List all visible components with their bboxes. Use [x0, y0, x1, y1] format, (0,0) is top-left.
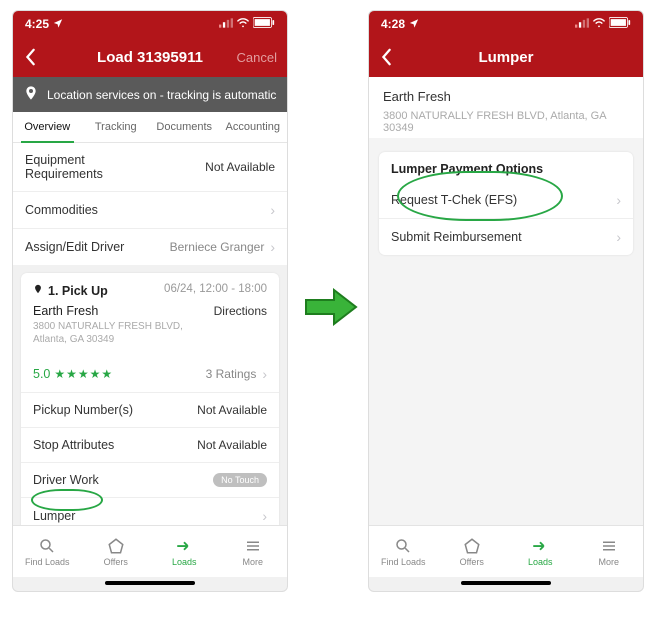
nav-bar: Load 31395911 Cancel: [13, 37, 287, 77]
tab-loads[interactable]: Loads: [506, 526, 575, 577]
banner-text: Location services on - tracking is autom…: [47, 88, 276, 102]
chevron-right-icon: ›: [616, 192, 621, 208]
tab-find-loads[interactable]: Find Loads: [369, 526, 438, 577]
tab-offers[interactable]: Offers: [438, 526, 507, 577]
driver-work-label: Driver Work: [33, 473, 99, 487]
tab-find-loads[interactable]: Find Loads: [13, 526, 82, 577]
phone-right: 4:28 Lumper: [368, 10, 644, 592]
chevron-right-icon: ›: [616, 229, 621, 245]
equipment-label: Equipment Requirements: [25, 153, 135, 181]
tab-more-label: More: [242, 557, 263, 567]
row-request-tchek[interactable]: Request T-Chek (EFS) ›: [379, 182, 633, 219]
status-time: 4:25: [25, 17, 49, 31]
row-assign-driver[interactable]: Assign/Edit Driver Berniece Granger ›: [13, 229, 287, 265]
equipment-value: Not Available: [205, 160, 275, 174]
content-area: Equipment Requirements Not Available Com…: [13, 143, 287, 525]
location-address: 3800 NATURALLY FRESH BLVD, Atlanta, GA 3…: [383, 110, 629, 134]
tab-more[interactable]: More: [219, 526, 288, 577]
submit-reimbursement-label: Submit Reimbursement: [391, 230, 522, 244]
wifi-icon: [592, 17, 606, 31]
pickup-numbers-value: Not Available: [197, 403, 267, 417]
location-pin-icon: [23, 85, 39, 104]
request-tchek-label: Request T-Chek (EFS): [391, 193, 517, 207]
wifi-icon: [236, 17, 250, 31]
status-bar: 4:25: [13, 11, 287, 37]
row-pickup-numbers: Pickup Number(s) Not Available: [21, 393, 279, 428]
lumper-card-title: Lumper Payment Options: [379, 152, 633, 182]
tab-loads-label: Loads: [528, 557, 553, 567]
row-equipment: Equipment Requirements Not Available: [13, 143, 287, 192]
chevron-right-icon: ›: [270, 202, 275, 218]
tab-loads[interactable]: Loads: [150, 526, 219, 577]
pickup-card: 1. Pick Up 06/24, 12:00 - 18:00 Directio…: [21, 273, 279, 525]
pickup-time: 06/24, 12:00 - 18:00: [164, 283, 267, 298]
no-touch-pill: No Touch: [213, 473, 267, 487]
row-rating[interactable]: 5.0 ★★★★★ 3 Ratings ›: [21, 356, 279, 393]
tab-find-loads-label: Find Loads: [25, 557, 70, 567]
pin-icon: [33, 283, 43, 298]
cancel-button[interactable]: Cancel: [237, 50, 277, 65]
directions-link[interactable]: Directions: [214, 304, 267, 318]
signal-icon: [219, 17, 233, 31]
pickup-numbers-label: Pickup Number(s): [33, 403, 133, 417]
tab-find-loads-label: Find Loads: [381, 557, 426, 567]
tab-offers[interactable]: Offers: [82, 526, 151, 577]
battery-icon: [253, 17, 275, 31]
row-lumper[interactable]: Lumper ›: [21, 498, 279, 525]
stop-attrs-label: Stop Attributes: [33, 438, 114, 452]
lumper-label: Lumper: [33, 509, 75, 523]
row-driver-work: Driver Work No Touch: [21, 463, 279, 498]
status-bar: 4:28: [369, 11, 643, 37]
status-time: 4:28: [381, 17, 405, 31]
tab-more-label: More: [598, 557, 619, 567]
rating-value: 5.0: [33, 367, 50, 381]
tab-overview[interactable]: Overview: [13, 112, 82, 142]
ratings-count: 3 Ratings: [206, 367, 257, 381]
location-arrow-icon: [53, 17, 63, 31]
location-banner: Location services on - tracking is autom…: [13, 77, 287, 112]
tab-more[interactable]: More: [575, 526, 644, 577]
lumper-header: Earth Fresh 3800 NATURALLY FRESH BLVD, A…: [369, 77, 643, 138]
signal-icon: [575, 17, 589, 31]
home-indicator: [461, 581, 551, 585]
tab-bar: Overview Tracking Documents Accounting: [13, 112, 287, 143]
bottom-tab-bar: Find Loads Offers Loads More: [13, 525, 287, 577]
pickup-address-1: 3800 NATURALLY FRESH BLVD,: [33, 320, 267, 333]
commodities-label: Commodities: [25, 203, 98, 217]
home-indicator: [105, 581, 195, 585]
row-stop-attrs: Stop Attributes Not Available: [21, 428, 279, 463]
transition-arrow-icon: [304, 288, 358, 326]
row-commodities[interactable]: Commodities ›: [13, 192, 287, 229]
phone-left: 4:25 Load 31395911: [12, 10, 288, 592]
chevron-right-icon: ›: [270, 239, 275, 255]
tab-documents[interactable]: Documents: [150, 112, 219, 142]
back-button[interactable]: [369, 48, 405, 66]
back-button[interactable]: [13, 48, 49, 66]
nav-bar: Lumper: [369, 37, 643, 77]
tab-accounting[interactable]: Accounting: [219, 112, 288, 142]
star-icons: ★★★★★: [54, 367, 113, 381]
location-name: Earth Fresh: [383, 89, 629, 104]
tab-offers-label: Offers: [104, 557, 128, 567]
location-arrow-icon: [409, 17, 419, 31]
lumper-options-card: Lumper Payment Options Request T-Chek (E…: [379, 152, 633, 255]
stop-attrs-value: Not Available: [197, 438, 267, 452]
row-submit-reimbursement[interactable]: Submit Reimbursement ›: [379, 219, 633, 255]
pickup-address-2: Atlanta, GA 30349: [33, 333, 267, 346]
tab-tracking[interactable]: Tracking: [82, 112, 151, 142]
page-title: Lumper: [369, 49, 643, 66]
bottom-tab-bar: Find Loads Offers Loads More: [369, 525, 643, 577]
tab-offers-label: Offers: [460, 557, 484, 567]
pickup-title: 1. Pick Up: [48, 284, 108, 298]
chevron-right-icon: ›: [262, 508, 267, 524]
battery-icon: [609, 17, 631, 31]
driver-value: Berniece Granger: [170, 240, 265, 254]
chevron-right-icon: ›: [262, 366, 267, 382]
assign-driver-label: Assign/Edit Driver: [25, 240, 124, 254]
tab-loads-label: Loads: [172, 557, 197, 567]
